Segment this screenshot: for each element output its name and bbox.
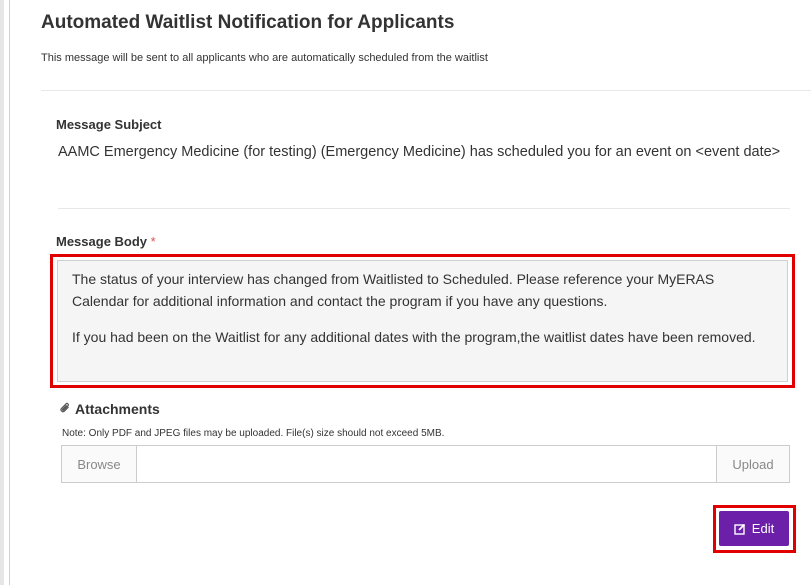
paperclip-icon [60, 401, 71, 417]
edit-icon [734, 523, 745, 535]
attachments-note: Note: Only PDF and JPEG files may be upl… [62, 428, 445, 439]
page-subtitle: This message will be sent to all applica… [41, 52, 488, 64]
file-upload-group: Browse Upload [61, 445, 790, 483]
message-body-field[interactable]: The status of your interview has changed… [57, 260, 788, 382]
message-body-label: Message Body * [56, 234, 156, 249]
page-edge-line [9, 0, 10, 585]
message-subject-value: AAMC Emergency Medicine (for testing) (E… [58, 144, 781, 160]
message-body-label-text: Message Body [56, 234, 148, 249]
browse-button[interactable]: Browse [62, 446, 137, 482]
message-subject-label: Message Subject [56, 117, 162, 132]
file-name-field[interactable] [137, 446, 716, 482]
divider [58, 208, 790, 209]
message-body-paragraph: The status of your interview has changed… [72, 271, 715, 309]
attachments-label: Attachments [60, 401, 160, 417]
message-body-paragraph: If you had been on the Waitlist for any … [72, 329, 756, 345]
divider [41, 90, 811, 91]
edit-button[interactable]: Edit [719, 511, 789, 546]
page-edge [0, 0, 4, 585]
upload-button[interactable]: Upload [716, 446, 789, 482]
attachments-label-text: Attachments [75, 401, 160, 417]
page-title: Automated Waitlist Notification for Appl… [41, 12, 455, 33]
required-marker: * [150, 234, 156, 249]
edit-button-label: Edit [751, 521, 775, 536]
